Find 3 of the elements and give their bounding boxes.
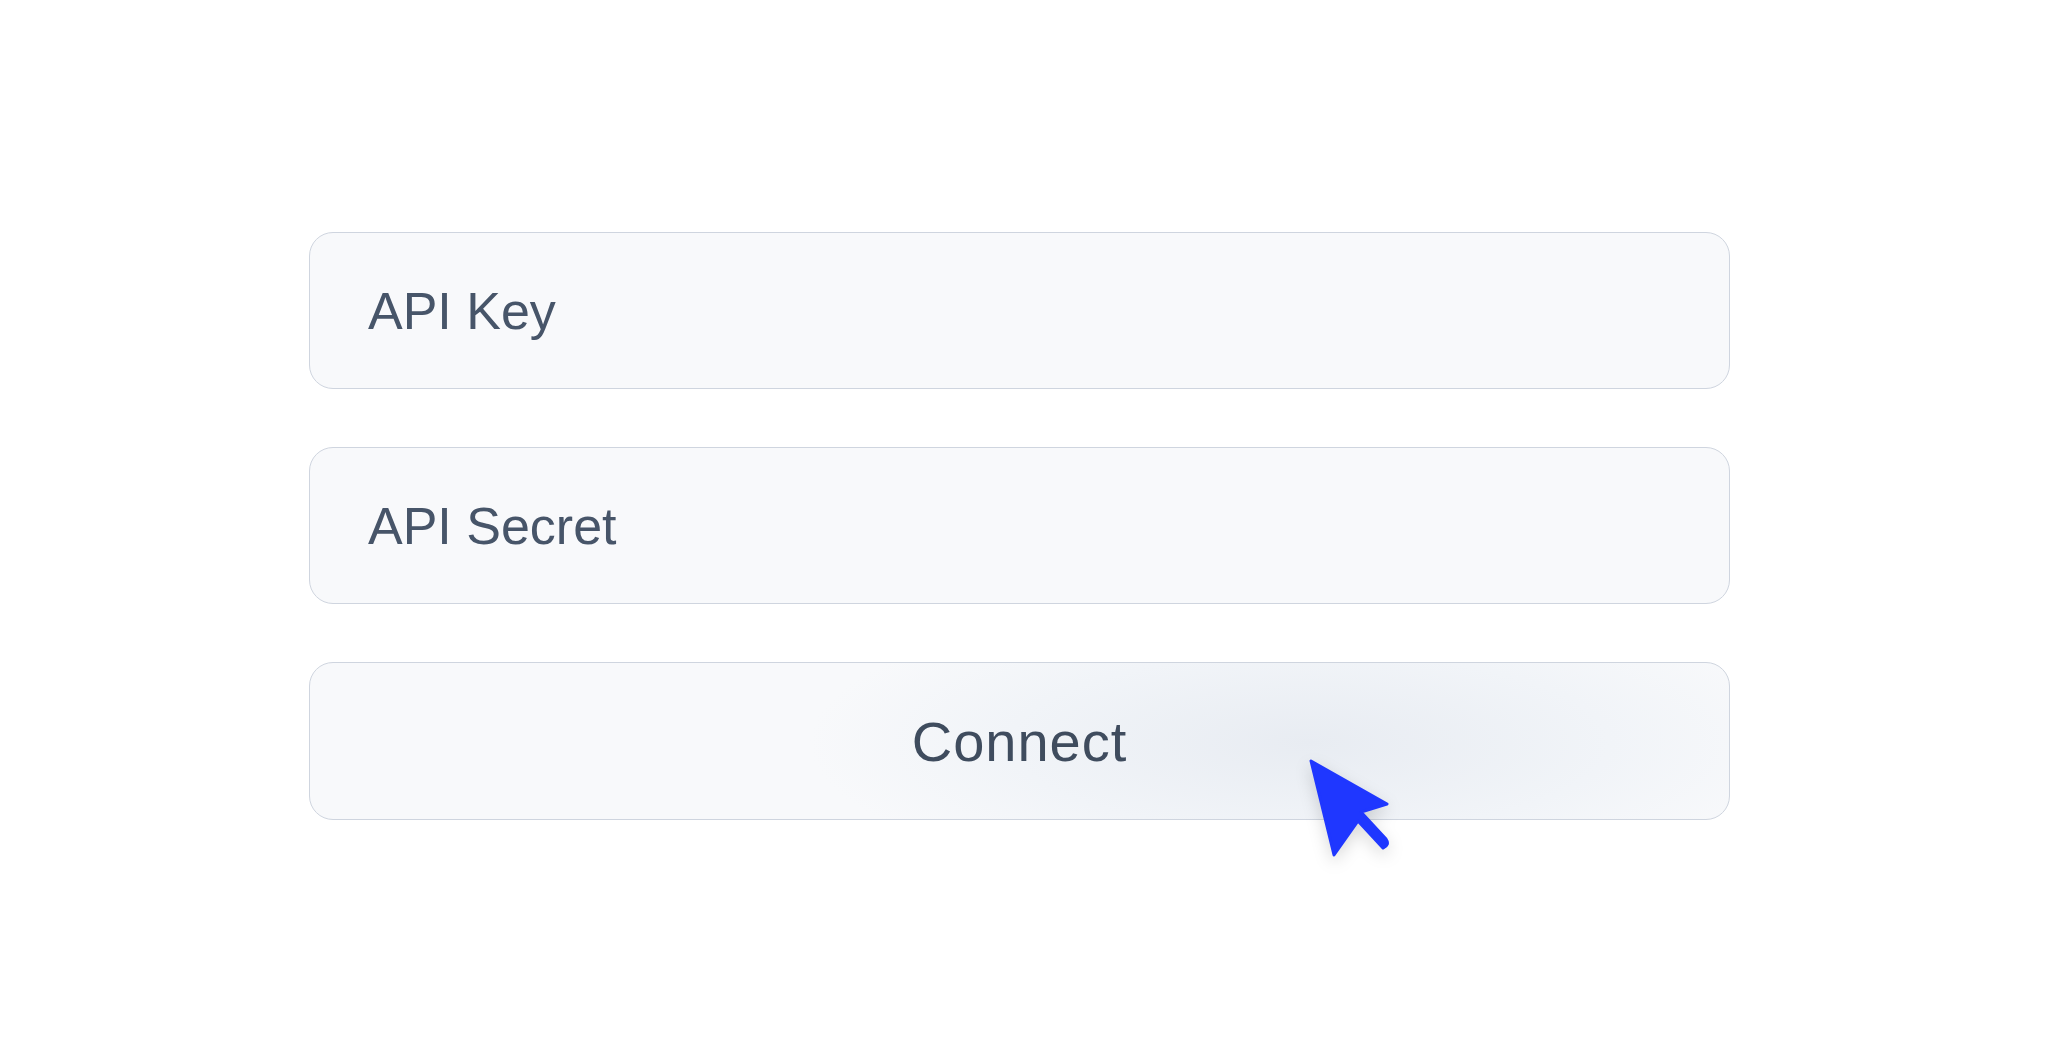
connect-button[interactable]: Connect: [309, 662, 1730, 820]
input-field[interactable]: API Key: [309, 232, 1730, 389]
input-field[interactable]: API Secret: [309, 447, 1730, 604]
